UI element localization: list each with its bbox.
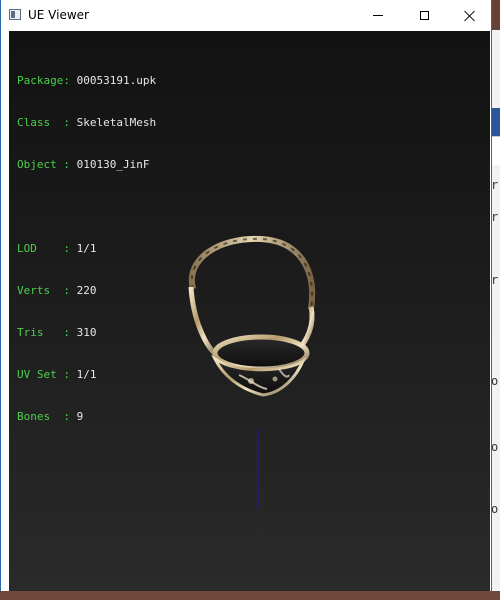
info-row-object: Object : 010130_JinF (17, 158, 156, 172)
background-glyph: o (491, 440, 499, 454)
info-row-verts: Verts : 220 (17, 284, 156, 298)
background-glyph: o (491, 502, 499, 516)
info-label: Object (17, 158, 64, 171)
close-button[interactable] (447, 0, 493, 31)
info-value: 010130_JinF (76, 158, 150, 171)
info-value: 310 (76, 326, 97, 339)
info-row-bones: Bones : 9 (17, 410, 156, 424)
desktop-bottom-edge (0, 591, 500, 600)
ring-mesh-render (188, 235, 316, 397)
info-label: Verts (17, 284, 64, 297)
background-glyph: r (491, 273, 499, 287)
minimize-icon (373, 15, 383, 16)
info-value: 1/1 (76, 368, 97, 381)
info-label: LOD (17, 242, 64, 255)
app-window-icon (9, 9, 21, 20)
maximize-button[interactable] (401, 0, 447, 31)
info-row-uvset: UV Set : 1/1 (17, 368, 156, 382)
axis-line (257, 429, 259, 591)
info-separator: : (63, 284, 77, 297)
ring-left-shank (188, 286, 221, 360)
info-value: SkeletalMesh (76, 116, 157, 129)
info-row-class: Class : SkeletalMesh (17, 116, 156, 130)
minimize-button[interactable] (355, 0, 401, 31)
ue-viewer-window: UE Viewer Package: 00053191.upk Class : … (0, 0, 492, 600)
info-label: UV Set (17, 368, 64, 381)
close-icon (464, 10, 476, 22)
info-label: Class (17, 116, 64, 129)
info-value: 9 (76, 410, 84, 423)
title-bar[interactable]: UE Viewer (1, 0, 491, 31)
background-glyph: r (491, 178, 499, 192)
background-glyph: r (491, 210, 499, 224)
info-separator: : (63, 242, 77, 255)
info-separator: : (63, 158, 77, 171)
info-label: Package (17, 74, 64, 87)
info-value: 1/1 (76, 242, 97, 255)
info-separator: : (63, 74, 77, 87)
info-label: Tris (17, 326, 64, 339)
info-separator: : (63, 410, 77, 423)
info-separator: : (63, 326, 77, 339)
info-separator: : (63, 116, 77, 129)
mesh-info-overlay: Package: 00053191.upk Class : SkeletalMe… (17, 46, 156, 452)
info-value: 220 (76, 284, 97, 297)
maximize-icon (419, 11, 429, 20)
info-separator: : (63, 368, 77, 381)
info-row-lod: LOD : 1/1 (17, 242, 156, 256)
info-value: 00053191.upk (76, 74, 157, 87)
info-row-package: Package: 00053191.upk (17, 74, 156, 88)
info-label: Bones (17, 410, 64, 423)
info-row-tris: Tris : 310 (17, 326, 156, 340)
background-glyph: o (491, 374, 499, 388)
3d-viewport[interactable]: Package: 00053191.upk Class : SkeletalMe… (9, 31, 490, 591)
window-title: UE Viewer (28, 8, 89, 22)
